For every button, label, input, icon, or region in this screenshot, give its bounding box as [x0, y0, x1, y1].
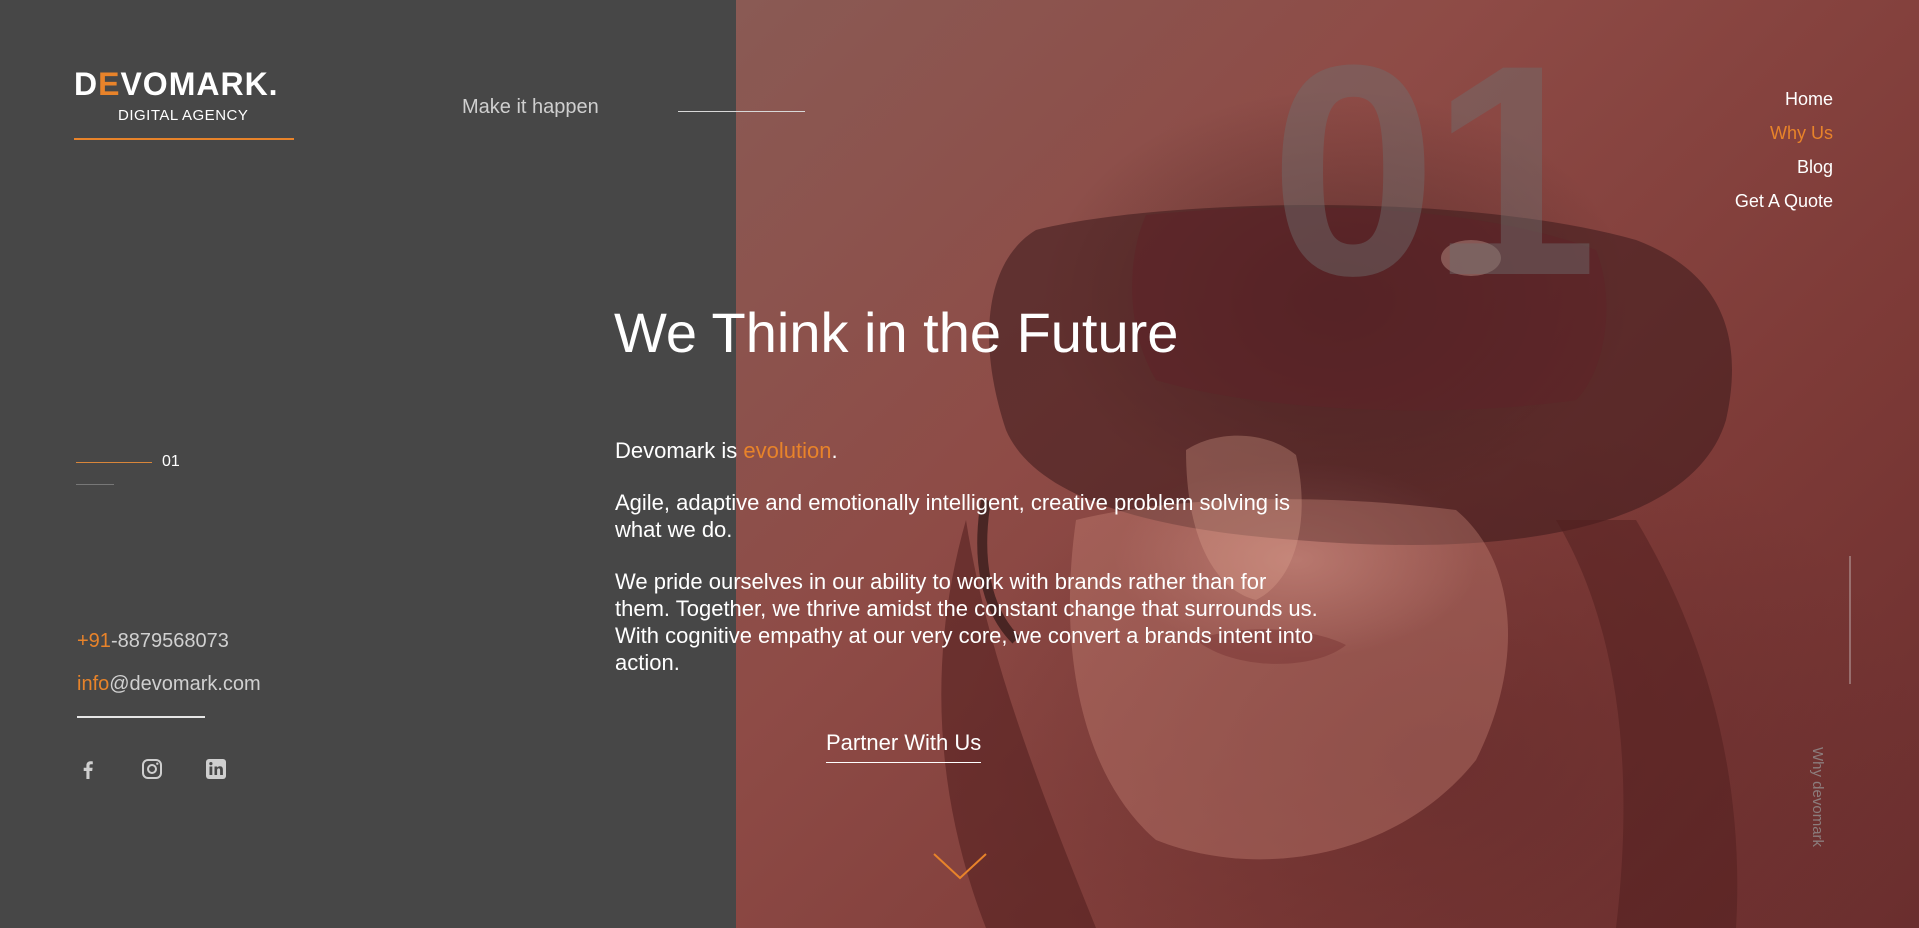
facebook-icon[interactable]: [76, 757, 100, 781]
main-nav: Home Why Us Blog Get A Quote: [1735, 82, 1833, 218]
hero-paragraph-2: We pride ourselves in our ability to wor…: [615, 569, 1318, 675]
logo-accent-letter: E: [98, 66, 121, 102]
slide-progress-inactive[interactable]: [76, 484, 114, 485]
tagline-divider: [678, 111, 805, 112]
nav-item-get-a-quote[interactable]: Get A Quote: [1735, 184, 1833, 218]
hero-headline: We Think in the Future: [614, 301, 1179, 364]
nav-item-blog[interactable]: Blog: [1735, 150, 1833, 184]
instagram-icon[interactable]: [140, 757, 164, 781]
header-tagline: Make it happen: [462, 96, 599, 118]
logo[interactable]: DEVOMARK. DIGITAL AGENCY: [74, 66, 294, 124]
scroll-down-icon[interactable]: [932, 852, 988, 887]
nav-item-home[interactable]: Home: [1735, 82, 1833, 116]
email-link[interactable]: info@devomark.com: [77, 673, 261, 696]
slide-progress-active[interactable]: [76, 462, 152, 463]
slide-counter: 01: [162, 453, 180, 470]
hero-paragraph-1: Agile, adaptive and emotionally intellig…: [615, 490, 1291, 542]
logo-subtitle: DIGITAL AGENCY: [118, 107, 249, 124]
contact-divider: [77, 716, 205, 718]
hero-intro-highlight: evolution: [743, 438, 832, 463]
logo-underline: [74, 138, 294, 140]
partner-with-us-button[interactable]: Partner With Us: [826, 730, 982, 763]
hero-intro: Devomark is evolution.: [615, 438, 838, 463]
side-section-label: Why devomark: [1809, 747, 1826, 848]
slide-big-number: 01: [1270, 2, 1598, 338]
logo-wordmark: DEVOMARK.: [74, 66, 279, 102]
side-divider: [1849, 556, 1851, 684]
social-links: [76, 757, 228, 781]
linkedin-icon[interactable]: [204, 757, 228, 781]
nav-item-why-us[interactable]: Why Us: [1735, 116, 1833, 150]
phone-link[interactable]: +91-8879568073: [77, 630, 229, 653]
